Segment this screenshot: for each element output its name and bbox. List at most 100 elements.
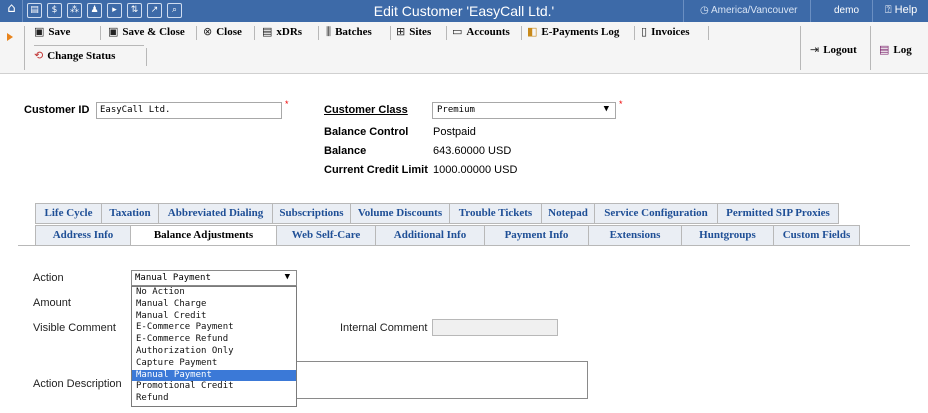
divider xyxy=(521,26,522,40)
amount-label: Amount xyxy=(33,297,71,309)
close-label: Close xyxy=(216,26,242,38)
log-label: Log xyxy=(893,44,912,56)
xdrs-button[interactable]: ▤ xDRs xyxy=(262,25,302,38)
action-description-label: Action Description xyxy=(33,378,122,390)
log-icon: ▤ xyxy=(879,43,890,56)
action-option[interactable]: Manual Charge xyxy=(132,299,296,311)
save-label: Save xyxy=(48,26,71,38)
divider xyxy=(390,26,391,40)
tab-balance-adjustments[interactable]: Balance Adjustments xyxy=(130,225,276,246)
invoice-icon: ▯ xyxy=(641,25,648,38)
epayments-icon: ◧ xyxy=(527,25,538,38)
tab-permitted-sip-proxies[interactable]: Permitted SIP Proxies xyxy=(717,203,839,224)
tab-address-info[interactable]: Address Info xyxy=(35,225,130,246)
batches-button[interactable]: ⫼ Batches xyxy=(326,25,372,39)
required-marker: * xyxy=(285,99,289,109)
xdrs-label: xDRs xyxy=(276,26,303,38)
balance-control-value: Postpaid xyxy=(433,126,476,138)
tab-taxation[interactable]: Taxation xyxy=(101,203,158,224)
divider xyxy=(254,26,255,40)
accounts-button[interactable]: ▭ Accounts xyxy=(452,25,510,38)
tab-trouble-tickets[interactable]: Trouble Tickets xyxy=(449,203,541,224)
tab-row-1: Life Cycle Taxation Abbreviated Dialing … xyxy=(35,203,839,224)
close-button[interactable]: ⊗ Close xyxy=(203,25,242,38)
action-option[interactable]: No Action xyxy=(132,287,296,299)
accounts-icon: ▭ xyxy=(452,25,463,38)
tab-extensions[interactable]: Extensions xyxy=(588,225,681,246)
tab-payment-info[interactable]: Payment Info xyxy=(484,225,588,246)
tab-service-configuration[interactable]: Service Configuration xyxy=(594,203,717,224)
divider xyxy=(446,26,447,40)
divider xyxy=(196,26,197,40)
batches-label: Batches xyxy=(335,26,372,38)
logout-button[interactable]: ⇥ Logout xyxy=(810,43,857,56)
tab-volume-discounts[interactable]: Volume Discounts xyxy=(350,203,449,224)
tab-life-cycle[interactable]: Life Cycle xyxy=(35,203,101,224)
sites-button[interactable]: ⊞ Sites xyxy=(396,25,431,38)
tab-subscriptions[interactable]: Subscriptions xyxy=(272,203,350,224)
close-icon: ⊗ xyxy=(203,25,213,38)
tab-web-self-care[interactable]: Web Self-Care xyxy=(276,225,375,246)
toolbar-toggle-icon[interactable] xyxy=(7,33,13,41)
action-option[interactable]: Manual Credit xyxy=(132,311,296,323)
user-menu[interactable]: demo xyxy=(834,5,859,16)
action-label: Action xyxy=(33,272,64,284)
action-option-selected[interactable]: Manual Payment xyxy=(132,369,296,382)
divider xyxy=(634,26,635,40)
action-description-box xyxy=(292,361,588,399)
credit-limit-value: 1000.00000 USD xyxy=(433,164,518,176)
action-option[interactable]: E-Commerce Refund xyxy=(132,334,296,346)
timezone-label[interactable]: ◷ America/Vancouver xyxy=(700,5,797,16)
save-icon: ▣ xyxy=(108,25,119,38)
epayments-log-button[interactable]: ◧ E-Payments Log xyxy=(527,25,619,38)
internal-comment-input xyxy=(432,319,558,336)
tab-custom-fields[interactable]: Custom Fields xyxy=(773,225,860,246)
help-button[interactable]: ⍰ Help xyxy=(885,4,917,17)
customer-class-select[interactable]: Premium ▼ xyxy=(432,102,616,119)
epayments-log-label: E-Payments Log xyxy=(541,26,620,38)
action-option[interactable]: Refund xyxy=(132,393,296,405)
divider xyxy=(800,26,801,70)
action-option[interactable]: E-Commerce Payment xyxy=(132,322,296,334)
list-icon: ▤ xyxy=(262,25,273,38)
divider xyxy=(34,45,144,46)
balance-control-label: Balance Control xyxy=(324,126,409,138)
save-close-label: Save & Close xyxy=(122,26,185,38)
action-option[interactable]: Capture Payment xyxy=(132,358,296,370)
tab-notepad[interactable]: Notepad xyxy=(541,203,594,224)
toolbar: ▣ Save ▣ Save & Close ⊗ Close ▤ xDRs ⫼ Batche… xyxy=(0,22,928,74)
balance-label: Balance xyxy=(324,145,367,157)
divider xyxy=(683,0,684,22)
save-close-button[interactable]: ▣ Save & Close xyxy=(108,25,185,38)
logout-label: Logout xyxy=(823,44,857,56)
tab-row-2: Address Info Balance Adjustments Web Sel… xyxy=(35,225,860,246)
timezone-value: America/Vancouver xyxy=(710,5,798,16)
internal-comment-label: Internal Comment xyxy=(340,322,428,334)
tab-abbreviated-dialing[interactable]: Abbreviated Dialing xyxy=(158,203,272,224)
chevron-down-icon: ▼ xyxy=(284,272,290,282)
customer-id-input[interactable]: EasyCall Ltd. xyxy=(96,102,282,119)
log-button[interactable]: ▤ Log xyxy=(879,43,912,56)
balance-value: 643.60000 USD xyxy=(433,145,512,157)
change-status-button[interactable]: ⟲ Change Status xyxy=(34,49,115,62)
divider xyxy=(318,26,319,40)
action-option[interactable]: Authorization Only xyxy=(132,346,296,358)
chevron-down-icon: ▼ xyxy=(603,104,609,114)
customer-class-link[interactable]: Customer Class xyxy=(324,104,408,116)
sites-icon: ⊞ xyxy=(396,25,406,38)
action-dropdown-list: No Action Manual Charge Manual Credit E-… xyxy=(131,286,297,407)
action-option[interactable]: Promotional Credit xyxy=(132,381,296,393)
visible-comment-label: Visible Comment xyxy=(33,322,116,334)
tab-huntgroups[interactable]: Huntgroups xyxy=(681,225,773,246)
tab-additional-info[interactable]: Additional Info xyxy=(375,225,484,246)
divider xyxy=(100,26,101,40)
customer-id-label: Customer ID xyxy=(24,104,90,116)
invoices-label: Invoices xyxy=(651,26,690,38)
invoices-button[interactable]: ▯ Invoices xyxy=(641,25,690,38)
logout-icon: ⇥ xyxy=(810,43,820,56)
batches-icon: ⫼ xyxy=(326,25,332,38)
divider xyxy=(146,48,147,66)
action-select[interactable]: Manual Payment ▼ xyxy=(131,270,297,286)
save-button[interactable]: ▣ Save xyxy=(34,25,70,38)
divider xyxy=(872,0,873,22)
